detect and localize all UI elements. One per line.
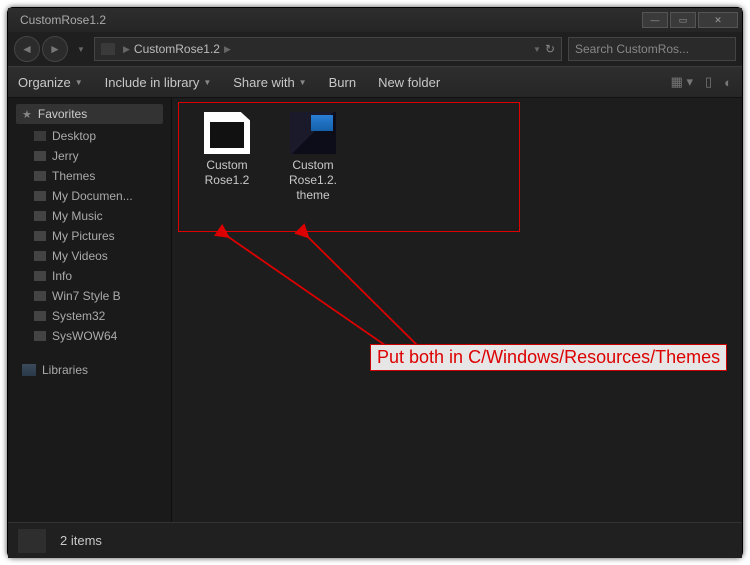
folder-icon — [101, 43, 115, 55]
view-options-icon[interactable]: ▦ ▾ — [671, 74, 693, 90]
preview-pane-icon[interactable]: ▯ — [705, 74, 712, 90]
folder-icon — [34, 331, 46, 341]
sidebar-item-info[interactable]: Info — [10, 266, 169, 286]
libraries-header[interactable]: Libraries — [10, 360, 169, 380]
status-folder-icon — [18, 529, 46, 553]
folder-icon — [34, 311, 46, 321]
sidebar-item-syswow64[interactable]: SysWOW64 — [10, 326, 169, 346]
star-icon: ★ — [22, 108, 32, 121]
folder-icon — [34, 211, 46, 221]
file-label: Custom Rose1.2 — [205, 158, 250, 188]
file-item-theme[interactable]: Custom Rose1.2. theme — [280, 112, 346, 203]
chevron-down-icon: ▼ — [203, 78, 211, 87]
chevron-right-icon: ▶ — [224, 44, 231, 55]
chevron-right-icon: ▶ — [123, 44, 130, 55]
sidebar-item-jerry[interactable]: Jerry — [10, 146, 169, 166]
refresh-icon[interactable]: ↻ — [545, 42, 555, 56]
content-area: ★ Favorites Desktop Jerry Themes My Docu… — [8, 98, 742, 522]
sidebar: ★ Favorites Desktop Jerry Themes My Docu… — [8, 98, 172, 522]
file-pane[interactable]: Custom Rose1.2 Custom Rose1.2. theme Put… — [172, 98, 742, 522]
chevron-down-icon[interactable]: ▼ — [533, 45, 541, 54]
sidebar-item-system32[interactable]: System32 — [10, 306, 169, 326]
forward-button[interactable]: ► — [42, 36, 68, 62]
file-label: Custom Rose1.2. theme — [289, 158, 337, 203]
explorer-window: CustomRose1.2 — ▭ ✕ ◄ ► ▼ ▶ CustomRose1.… — [7, 7, 743, 558]
chevron-down-icon: ▼ — [75, 78, 83, 87]
libraries-icon — [22, 364, 36, 376]
sidebar-item-pictures[interactable]: My Pictures — [10, 226, 169, 246]
nav-bar: ◄ ► ▼ ▶ CustomRose1.2 ▶ ▼ ↻ Search Custo… — [8, 32, 742, 66]
folder-icon — [34, 231, 46, 241]
folder-icon — [34, 191, 46, 201]
status-item-count: 2 items — [60, 533, 102, 548]
folder-icon — [34, 291, 46, 301]
close-button[interactable]: ✕ — [698, 12, 738, 28]
toolbar: Organize▼ Include in library▼ Share with… — [8, 66, 742, 98]
maximize-button[interactable]: ▭ — [670, 12, 696, 28]
minimize-button[interactable]: — — [642, 12, 668, 28]
sidebar-item-documents[interactable]: My Documen... — [10, 186, 169, 206]
history-dropdown[interactable]: ▼ — [74, 36, 88, 62]
organize-menu[interactable]: Organize▼ — [18, 75, 83, 90]
back-button[interactable]: ◄ — [14, 36, 40, 62]
help-icon[interactable]: ◐ — [724, 75, 732, 90]
sidebar-item-themes[interactable]: Themes — [10, 166, 169, 186]
sidebar-item-desktop[interactable]: Desktop — [10, 126, 169, 146]
sidebar-item-music[interactable]: My Music — [10, 206, 169, 226]
window-controls: — ▭ ✕ — [642, 12, 738, 28]
folder-icon — [34, 151, 46, 161]
folder-icon — [34, 251, 46, 261]
annotation-text: Put both in C/Windows/Resources/Themes — [370, 344, 727, 371]
burn-button[interactable]: Burn — [329, 75, 356, 90]
share-menu[interactable]: Share with▼ — [233, 75, 306, 90]
folder-file-icon — [204, 112, 250, 154]
window-title: CustomRose1.2 — [20, 13, 642, 27]
chevron-down-icon: ▼ — [299, 78, 307, 87]
include-library-menu[interactable]: Include in library▼ — [105, 75, 212, 90]
folder-icon — [34, 271, 46, 281]
desktop-icon — [34, 131, 46, 141]
favorites-header[interactable]: ★ Favorites — [16, 104, 163, 124]
search-placeholder: Search CustomRos... — [575, 42, 689, 56]
status-bar: 2 items — [8, 522, 742, 558]
file-item-folder[interactable]: Custom Rose1.2 — [194, 112, 260, 203]
theme-file-icon — [290, 112, 336, 154]
breadcrumb[interactable]: ▶ CustomRose1.2 ▶ ▼ ↻ — [94, 37, 562, 61]
folder-icon — [34, 171, 46, 181]
new-folder-button[interactable]: New folder — [378, 75, 440, 90]
sidebar-item-videos[interactable]: My Videos — [10, 246, 169, 266]
search-input[interactable]: Search CustomRos... — [568, 37, 736, 61]
breadcrumb-current[interactable]: CustomRose1.2 — [134, 42, 220, 56]
sidebar-item-win7style[interactable]: Win7 Style B — [10, 286, 169, 306]
titlebar: CustomRose1.2 — ▭ ✕ — [8, 8, 742, 32]
